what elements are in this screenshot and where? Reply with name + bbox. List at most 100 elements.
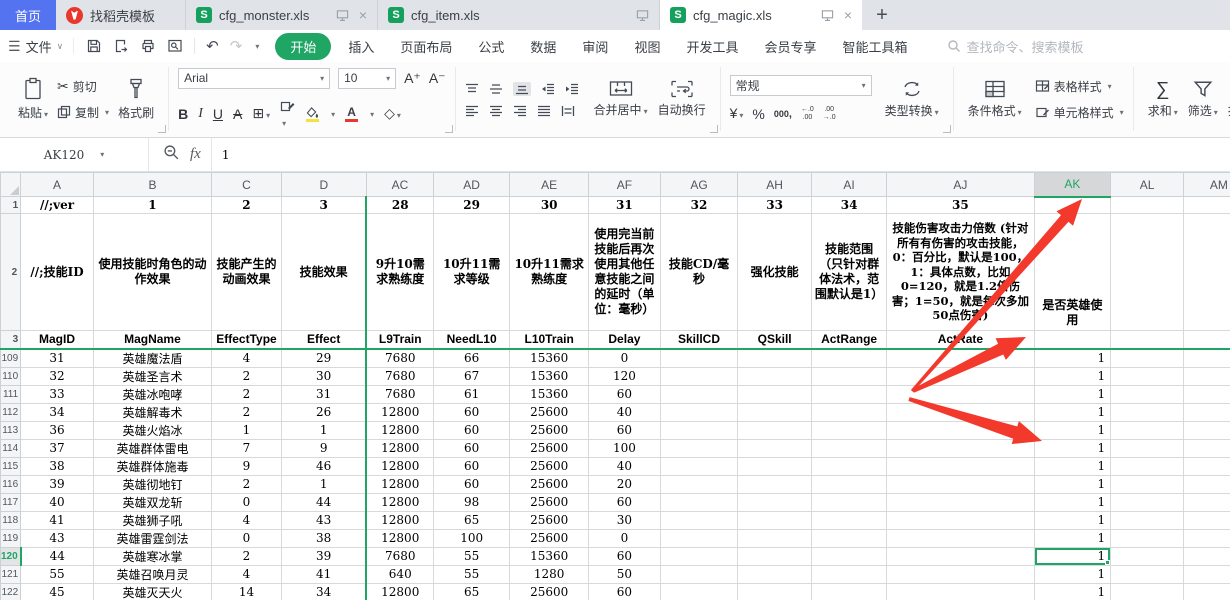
cell[interactable] — [887, 529, 1034, 547]
close-icon[interactable]: × — [359, 8, 367, 22]
clear-button[interactable]: ◇▾ — [384, 105, 401, 123]
font-color-button[interactable]: A — [345, 106, 358, 122]
cell[interactable] — [1111, 493, 1184, 511]
cell[interactable] — [811, 439, 886, 457]
cell[interactable] — [887, 349, 1034, 368]
filter-button[interactable]: 筛选▾ — [1183, 80, 1223, 119]
monitor-icon[interactable] — [821, 9, 834, 22]
cell[interactable] — [887, 421, 1034, 439]
cell[interactable] — [738, 475, 812, 493]
cell[interactable]: 640 — [366, 565, 433, 583]
row-header[interactable]: 116 — [1, 475, 21, 493]
cell[interactable] — [1111, 439, 1184, 457]
cell[interactable] — [1111, 511, 1184, 529]
increase-indent-button[interactable] — [565, 83, 579, 95]
cell[interactable]: MagName — [93, 331, 211, 349]
cell[interactable]: 10升11需求熟练度 — [510, 214, 589, 331]
wrap-text-button[interactable]: 自动换行 — [653, 80, 711, 118]
cell[interactable]: 40 — [21, 493, 94, 511]
decrease-decimal-button[interactable]: ←.0.00 — [801, 106, 814, 121]
cell[interactable]: 1 — [1034, 529, 1111, 547]
menu-tab[interactable]: 智能工具箱 — [829, 33, 920, 60]
row-header[interactable]: 121 — [1, 565, 21, 583]
cell[interactable]: 25600 — [510, 511, 589, 529]
increase-decimal-button[interactable]: .00→.0 — [823, 106, 836, 121]
cell[interactable]: 45 — [21, 583, 94, 600]
cell[interactable] — [1183, 214, 1230, 331]
cell[interactable]: 15360 — [510, 547, 589, 565]
cell[interactable]: 4 — [212, 349, 282, 368]
cell[interactable] — [660, 583, 738, 600]
cell[interactable]: 30 — [510, 197, 589, 214]
row-header[interactable]: 119 — [1, 529, 21, 547]
cell[interactable]: 9升10需求熟练度 — [366, 214, 433, 331]
cut-button[interactable]: ✂剪切 — [57, 78, 109, 95]
cell[interactable]: 31 — [589, 197, 661, 214]
cell[interactable]: 35 — [887, 197, 1034, 214]
column-header[interactable]: AJ — [887, 173, 1034, 197]
column-header[interactable]: D — [281, 173, 366, 197]
row-header[interactable]: 2 — [1, 214, 21, 331]
cell-style-button[interactable]: 单元格样式▾ — [1035, 104, 1124, 121]
cell[interactable]: 英雄解毒术 — [93, 403, 211, 421]
cell[interactable]: 1 — [1034, 439, 1111, 457]
cell[interactable]: 15360 — [510, 367, 589, 385]
cell[interactable] — [1183, 367, 1230, 385]
cell[interactable] — [738, 349, 812, 368]
paste-button[interactable]: 粘贴▾ — [13, 77, 53, 121]
cell[interactable]: 7 — [212, 439, 282, 457]
row-header[interactable]: 1 — [1, 197, 21, 214]
cell[interactable]: 38 — [281, 529, 366, 547]
cell[interactable]: 41 — [21, 511, 94, 529]
cell[interactable] — [1183, 493, 1230, 511]
cell[interactable] — [1183, 421, 1230, 439]
conditional-format-button[interactable]: 条件格式▾ — [963, 79, 1027, 119]
cell[interactable]: 2 — [212, 197, 282, 214]
cell[interactable] — [1111, 565, 1184, 583]
menu-tab[interactable]: 公式 — [465, 33, 517, 60]
cell[interactable]: 34 — [21, 403, 94, 421]
cell[interactable]: 技能范围（只针对群体法术，范围默认是1） — [811, 214, 886, 331]
cell[interactable] — [660, 493, 738, 511]
cell[interactable] — [738, 565, 812, 583]
cell[interactable] — [887, 511, 1034, 529]
doc-tab-monster[interactable]: S cfg_monster.xls × — [186, 0, 378, 30]
cell[interactable]: 9 — [281, 439, 366, 457]
italic-button[interactable]: I — [198, 106, 203, 122]
cell[interactable] — [738, 493, 812, 511]
menu-tab[interactable]: 视图 — [621, 33, 673, 60]
number-format-select[interactable]: 常规▾ — [730, 75, 872, 96]
cell[interactable]: 100 — [589, 439, 661, 457]
cell[interactable] — [1111, 403, 1184, 421]
cell[interactable]: 1 — [212, 421, 282, 439]
cell[interactable]: 60 — [434, 403, 510, 421]
cell[interactable]: NeedL10 — [434, 331, 510, 349]
cell[interactable]: 65 — [434, 583, 510, 600]
cell[interactable]: 2 — [212, 547, 282, 565]
font-name-select[interactable]: Arial▾ — [178, 68, 330, 89]
cell[interactable]: 25600 — [510, 403, 589, 421]
cell[interactable] — [1183, 349, 1230, 368]
fill-color-button[interactable] — [305, 107, 319, 122]
cell[interactable] — [887, 475, 1034, 493]
cell[interactable] — [1183, 439, 1230, 457]
cell[interactable] — [660, 529, 738, 547]
cell[interactable]: 2 — [212, 475, 282, 493]
cell[interactable]: 技能产生的动画效果 — [212, 214, 282, 331]
cell[interactable] — [887, 457, 1034, 475]
cell[interactable] — [811, 583, 886, 600]
cell[interactable]: 29 — [281, 349, 366, 368]
cell[interactable]: 英雄冰咆哮 — [93, 385, 211, 403]
cell[interactable]: 1 — [1034, 385, 1111, 403]
cell[interactable] — [887, 403, 1034, 421]
cell[interactable]: 61 — [434, 385, 510, 403]
cell[interactable] — [660, 403, 738, 421]
cell[interactable] — [1183, 197, 1230, 214]
column-header[interactable]: AE — [510, 173, 589, 197]
cell[interactable]: 1 — [1034, 583, 1111, 600]
cell[interactable] — [811, 421, 886, 439]
column-header[interactable]: C — [212, 173, 282, 197]
currency-button[interactable]: ¥▾ — [730, 105, 744, 123]
undo-icon[interactable]: ↶ — [206, 39, 219, 54]
cell[interactable] — [1183, 385, 1230, 403]
